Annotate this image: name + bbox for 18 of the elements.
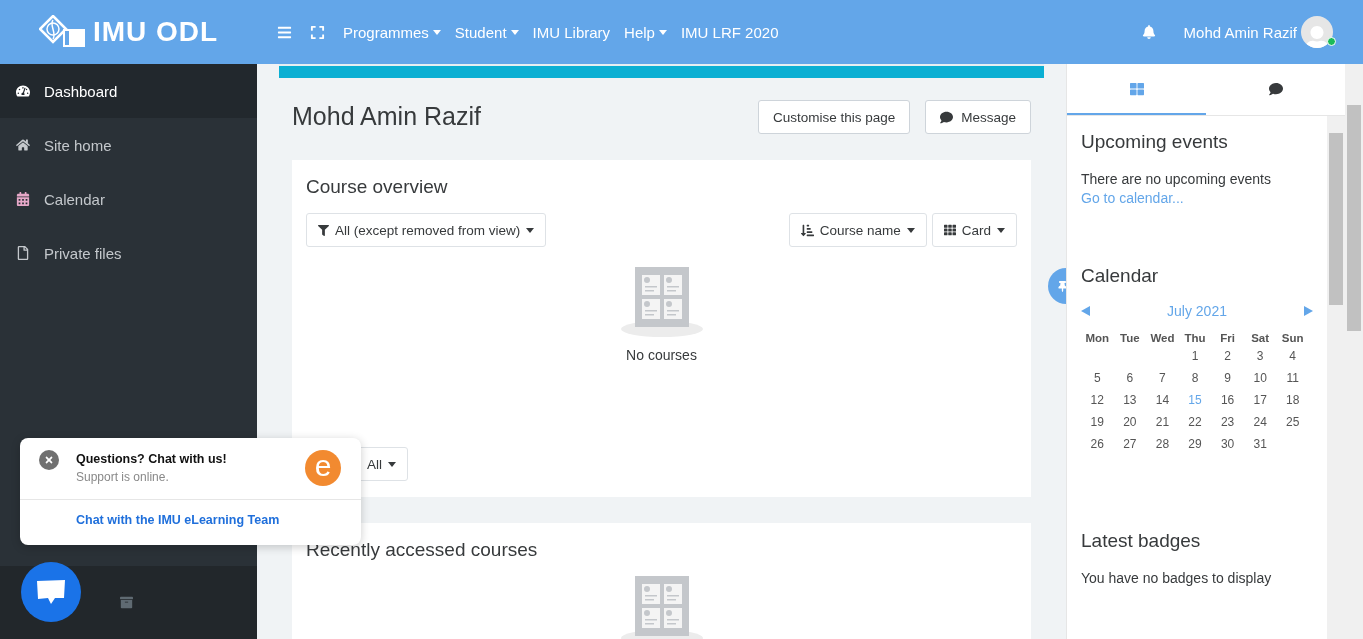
weekday-label: Tue	[1119, 332, 1141, 344]
weekday-label: Sun	[1280, 332, 1305, 344]
page-title: Mohd Amin Razif	[292, 101, 481, 131]
block-title: Latest badges	[1081, 530, 1202, 552]
block-title: Calendar	[1081, 265, 1160, 287]
chat-status: Support is online.	[76, 470, 170, 484]
weekday-label: Mon	[1084, 332, 1111, 344]
block-text: There are no upcoming events	[1081, 171, 1272, 187]
weekday-label: Wed	[1149, 332, 1176, 344]
card-title: Course overview	[306, 176, 449, 198]
weekday-label: Thu	[1183, 332, 1207, 344]
weekday-label: Fri	[1219, 332, 1236, 344]
block-title: Upcoming events	[1081, 131, 1229, 153]
weekday-label: Sat	[1250, 332, 1271, 344]
block-text: You have no badges to display	[1081, 570, 1273, 586]
chat-logo: e	[305, 450, 341, 486]
chat-title: Questions? Chat with us!	[76, 452, 228, 466]
empty-text: No courses	[626, 347, 697, 363]
